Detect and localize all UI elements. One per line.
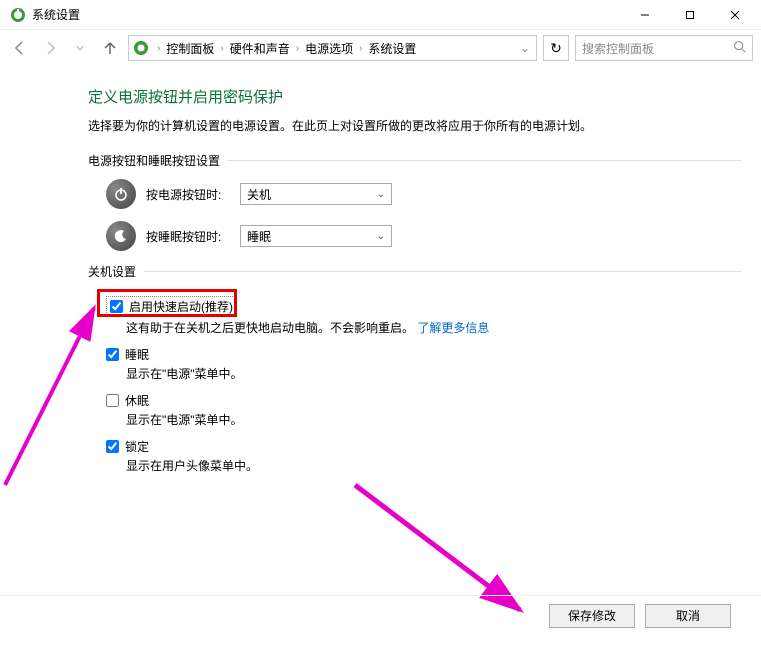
chevron-right-icon: ›	[296, 43, 299, 54]
cancel-button[interactable]: 取消	[645, 604, 731, 628]
chevron-right-icon: ›	[220, 43, 223, 54]
hibernate-desc: 显示在"电源"菜单中。	[126, 411, 741, 428]
search-input[interactable]: 搜索控制面板	[575, 35, 753, 61]
section-power-buttons: 电源按钮和睡眠按钮设置	[88, 152, 741, 169]
search-icon	[733, 40, 746, 56]
learn-more-link[interactable]: 了解更多信息	[417, 321, 489, 335]
section-shutdown: 关机设置	[88, 263, 741, 280]
title-bar: 系统设置	[0, 0, 761, 30]
breadcrumb-item[interactable]: 控制面板	[166, 40, 214, 57]
chevron-down-icon: ⌄	[377, 231, 385, 242]
app-icon	[10, 7, 26, 23]
sleep-button-row: 按睡眠按钮时: 睡眠 ⌄	[106, 221, 741, 251]
page-title: 定义电源按钮并启用密码保护	[88, 86, 741, 107]
search-placeholder: 搜索控制面板	[582, 40, 654, 57]
checkbox-sleep-input[interactable]	[106, 348, 119, 361]
forward-button[interactable]	[38, 36, 62, 60]
chevron-right-icon: ›	[157, 43, 160, 54]
window-title: 系统设置	[32, 6, 80, 23]
power-button-row: 按电源按钮时: 关机 ⌄	[106, 179, 741, 209]
sleep-icon	[106, 221, 136, 251]
sleep-desc: 显示在"电源"菜单中。	[126, 365, 741, 382]
checkbox-hibernate[interactable]: 休眠	[106, 392, 741, 409]
breadcrumb-item[interactable]: 硬件和声音	[230, 40, 290, 57]
checkbox-lock[interactable]: 锁定	[106, 438, 741, 455]
chevron-down-icon[interactable]: ⌄	[520, 41, 530, 55]
maximize-button[interactable]	[667, 1, 712, 29]
power-button-dropdown[interactable]: 关机 ⌄	[240, 183, 392, 205]
content-area: 定义电源按钮并启用密码保护 选择要为你的计算机设置的电源设置。在此页上对设置所做…	[0, 66, 761, 474]
power-icon	[106, 179, 136, 209]
recent-dropdown-icon[interactable]	[68, 36, 92, 60]
checkbox-hibernate-input[interactable]	[106, 394, 119, 407]
sleep-button-label: 按睡眠按钮时:	[146, 228, 240, 245]
back-button[interactable]	[8, 36, 32, 60]
up-button[interactable]	[98, 36, 122, 60]
breadcrumb[interactable]: › 控制面板 › 硬件和声音 › 电源选项 › 系统设置 ⌄	[128, 35, 537, 61]
breadcrumb-item[interactable]: 系统设置	[368, 40, 416, 57]
chevron-down-icon: ⌄	[377, 189, 385, 200]
bottom-bar: 保存修改 取消	[0, 595, 761, 635]
fast-startup-desc: 这有助于在关机之后更快地启动电脑。不会影响重启。 了解更多信息	[126, 319, 741, 336]
checkbox-lock-input[interactable]	[106, 440, 119, 453]
close-button[interactable]	[712, 1, 757, 29]
breadcrumb-icon	[133, 40, 149, 56]
minimize-button[interactable]	[622, 1, 667, 29]
chevron-right-icon: ›	[359, 43, 362, 54]
refresh-button[interactable]: ↻	[543, 35, 569, 61]
lock-desc: 显示在用户头像菜单中。	[126, 457, 741, 474]
nav-bar: › 控制面板 › 硬件和声音 › 电源选项 › 系统设置 ⌄ ↻ 搜索控制面板	[0, 30, 761, 66]
save-button[interactable]: 保存修改	[549, 604, 635, 628]
sleep-button-dropdown[interactable]: 睡眠 ⌄	[240, 225, 392, 247]
checkbox-fast-startup[interactable]: 启用快速启动(推荐)	[106, 296, 237, 317]
page-subtext: 选择要为你的计算机设置的电源设置。在此页上对设置所做的更改将应用于你所有的电源计…	[88, 117, 741, 134]
breadcrumb-item[interactable]: 电源选项	[305, 40, 353, 57]
checkbox-sleep[interactable]: 睡眠	[106, 346, 741, 363]
power-button-label: 按电源按钮时:	[146, 186, 240, 203]
checkbox-fast-startup-input[interactable]	[110, 300, 123, 313]
